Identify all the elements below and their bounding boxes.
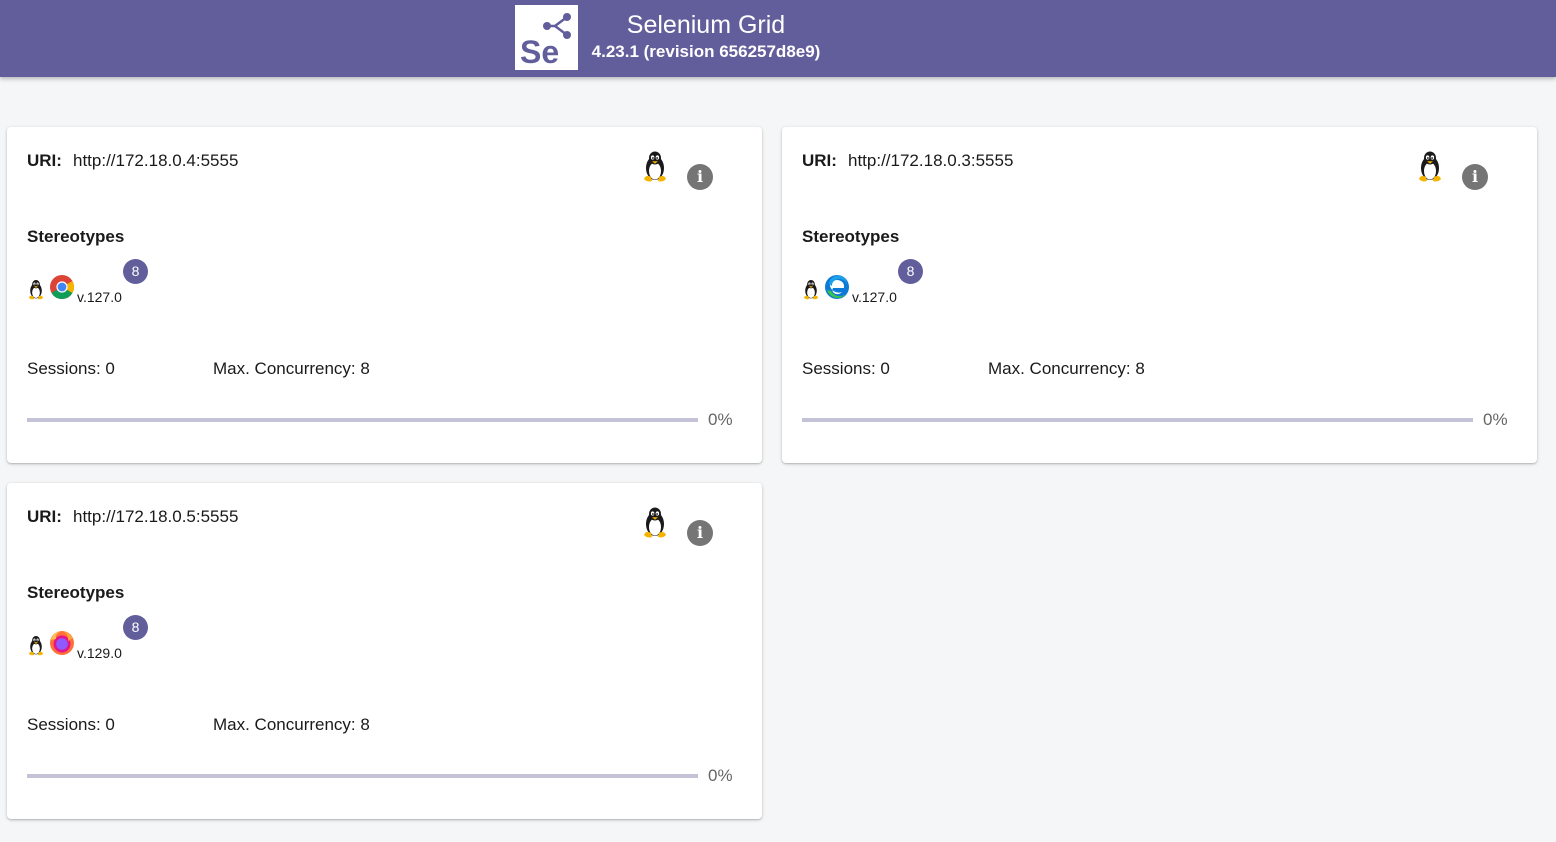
- info-icon[interactable]: i: [1462, 164, 1488, 190]
- top-bar: Se Selenium Grid 4.23.1 (revision 656257…: [0, 0, 1556, 77]
- usage-progress-bar: [802, 418, 1473, 422]
- linux-tux-icon: [641, 507, 669, 539]
- linux-tux-icon: [27, 279, 45, 301]
- slot-count-badge: 8: [123, 259, 148, 284]
- browser-version: v.129.0: [77, 645, 122, 661]
- usage-progress-label: 0%: [1483, 410, 1508, 429]
- info-icon[interactable]: i: [687, 520, 713, 546]
- stereotypes-heading: Stereotypes: [802, 227, 900, 246]
- max-concurrency: Max. Concurrency: 8: [213, 715, 370, 734]
- sessions-count: Sessions: 0: [27, 359, 115, 378]
- stereotypes-heading: Stereotypes: [27, 583, 125, 602]
- info-icon[interactable]: i: [687, 164, 713, 190]
- browser-version: v.127.0: [77, 289, 122, 305]
- uri-label: URI:: [802, 151, 837, 170]
- stereotypes-heading: Stereotypes: [27, 227, 125, 246]
- uri-label: URI:: [27, 151, 62, 170]
- uri-label: URI:: [27, 507, 62, 526]
- browser-version: v.127.0: [852, 289, 897, 305]
- slot-count-badge: 8: [898, 259, 923, 284]
- usage-progress-bar: [27, 774, 698, 778]
- usage-progress-label: 0%: [708, 410, 733, 429]
- max-concurrency: Max. Concurrency: 8: [213, 359, 370, 378]
- node-uri: http://172.18.0.3:5555: [848, 151, 1014, 170]
- usage-progress-label: 0%: [708, 766, 733, 785]
- slot-count-badge: 8: [123, 615, 148, 640]
- sessions-count: Sessions: 0: [27, 715, 115, 734]
- linux-tux-icon: [641, 151, 669, 183]
- max-concurrency: Max. Concurrency: 8: [988, 359, 1145, 378]
- sessions-count: Sessions: 0: [802, 359, 890, 378]
- linux-tux-icon: [802, 279, 820, 301]
- usage-progress-bar: [27, 418, 698, 422]
- app-title: Selenium Grid: [626, 11, 786, 39]
- chrome-icon: [49, 274, 75, 300]
- linux-tux-icon: [27, 635, 45, 657]
- node-card: URI: http://172.18.0.4:5555 i Stereotype…: [7, 127, 762, 463]
- linux-tux-icon: [1416, 151, 1444, 183]
- edge-icon: [824, 274, 850, 300]
- svg-text:Se: Se: [520, 34, 559, 70]
- app-version: 4.23.1 (revision 656257d8e9): [591, 42, 821, 61]
- node-uri: http://172.18.0.4:5555: [73, 151, 239, 170]
- firefox-icon: [49, 630, 75, 656]
- selenium-logo[interactable]: Se: [515, 5, 578, 70]
- node-card: URI: http://172.18.0.5:5555 i Stereotype…: [7, 483, 762, 819]
- node-card: URI: http://172.18.0.3:5555 i Stereotype…: [782, 127, 1537, 463]
- node-uri: http://172.18.0.5:5555: [73, 507, 239, 526]
